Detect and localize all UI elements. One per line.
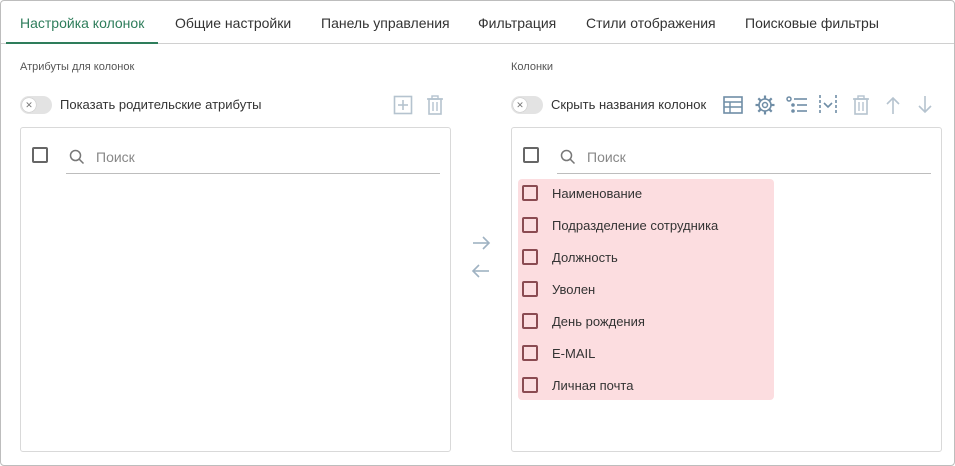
list-item[interactable]: Уволен <box>522 276 772 304</box>
column-name: Подразделение сотрудника <box>552 218 719 233</box>
column-split-icon <box>819 95 837 115</box>
column-checkbox[interactable] <box>522 313 538 329</box>
search-icon <box>560 149 576 165</box>
column-name: День рождения <box>552 314 645 329</box>
show-parent-attributes-toggle[interactable]: ✕ <box>20 96 52 114</box>
arrow-up-icon <box>886 96 900 114</box>
toggle-off-icon: ✕ <box>22 98 36 112</box>
list-item[interactable]: E-MAIL <box>522 340 772 368</box>
tab-control-panel[interactable]: Панель управления <box>321 1 450 43</box>
column-name: Уволен <box>552 282 596 297</box>
columns-section-label: Колонки <box>511 61 553 73</box>
column-settings-button[interactable] <box>753 93 777 117</box>
move-left-button[interactable] <box>469 261 493 281</box>
table-icon <box>723 96 743 114</box>
arrow-right-icon <box>473 236 491 250</box>
arrow-down-icon <box>918 96 932 114</box>
toggle-off-icon: ✕ <box>513 98 527 112</box>
column-checkbox[interactable] <box>522 377 538 393</box>
tab-bar: Настройка колонок Общие настройки Панель… <box>1 1 954 44</box>
attributes-search-placeholder: Поиск <box>96 149 135 165</box>
hide-column-names-row: ✕ Скрыть названия колонок <box>511 94 721 116</box>
show-parent-attributes-label: Показать родительские атрибуты <box>60 97 262 112</box>
tab-column-settings[interactable]: Настройка колонок <box>5 1 159 44</box>
list-item[interactable]: День рождения <box>522 308 772 336</box>
column-checkbox[interactable] <box>522 217 538 233</box>
columns-search[interactable]: Поиск <box>557 143 931 174</box>
attributes-search[interactable]: Поиск <box>66 143 440 174</box>
move-right-button[interactable] <box>469 233 493 253</box>
list-item[interactable]: Подразделение сотрудника <box>522 212 772 240</box>
column-checkbox[interactable] <box>522 249 538 265</box>
move-up-button[interactable] <box>881 93 905 117</box>
column-checkbox[interactable] <box>522 185 538 201</box>
column-name: Наименование <box>552 186 643 201</box>
add-attribute-button[interactable] <box>391 93 415 117</box>
gear-icon <box>755 95 775 115</box>
show-parent-attributes-row: ✕ Показать родительские атрибуты <box>20 94 280 116</box>
transfer-controls <box>469 233 493 283</box>
columns-panel: Поиск Наименование Подразделение сотрудн… <box>511 127 942 452</box>
add-box-icon <box>393 95 413 115</box>
select-all-columns-checkbox[interactable] <box>523 147 539 163</box>
move-down-button[interactable] <box>913 93 937 117</box>
hide-column-names-label: Скрыть названия колонок <box>551 97 707 112</box>
column-settings-dialog: Настройка колонок Общие настройки Панель… <box>0 0 955 466</box>
trash-icon <box>427 95 443 115</box>
column-name: Личная почта <box>552 378 634 393</box>
list-item[interactable]: Личная почта <box>522 372 772 400</box>
select-all-attributes-checkbox[interactable] <box>32 147 48 163</box>
column-width-button[interactable] <box>816 93 840 117</box>
tab-general-settings[interactable]: Общие настройки <box>175 1 291 43</box>
trash-icon <box>853 95 869 115</box>
table-view-button[interactable] <box>721 93 745 117</box>
tab-display-styles[interactable]: Стили отображения <box>586 1 716 43</box>
column-name: E-MAIL <box>552 346 596 361</box>
tab-filtering[interactable]: Фильтрация <box>478 1 556 43</box>
hide-column-names-toggle[interactable]: ✕ <box>511 96 543 114</box>
list-item[interactable]: Наименование <box>522 180 772 208</box>
delete-attribute-button[interactable] <box>423 93 447 117</box>
delete-column-button[interactable] <box>849 93 873 117</box>
columns-search-placeholder: Поиск <box>587 149 626 165</box>
attributes-panel: Поиск <box>20 127 451 452</box>
column-list-button[interactable] <box>785 93 809 117</box>
list-settings-icon <box>786 96 807 113</box>
column-checkbox[interactable] <box>522 345 538 361</box>
attributes-section-label: Атрибуты для колонок <box>20 61 135 73</box>
tab-search-filters[interactable]: Поисковые фильтры <box>745 1 879 43</box>
search-icon <box>69 149 85 165</box>
arrow-left-icon <box>471 264 489 278</box>
list-item[interactable]: Должность <box>522 244 772 272</box>
column-name: Должность <box>552 250 618 265</box>
column-checkbox[interactable] <box>522 281 538 297</box>
